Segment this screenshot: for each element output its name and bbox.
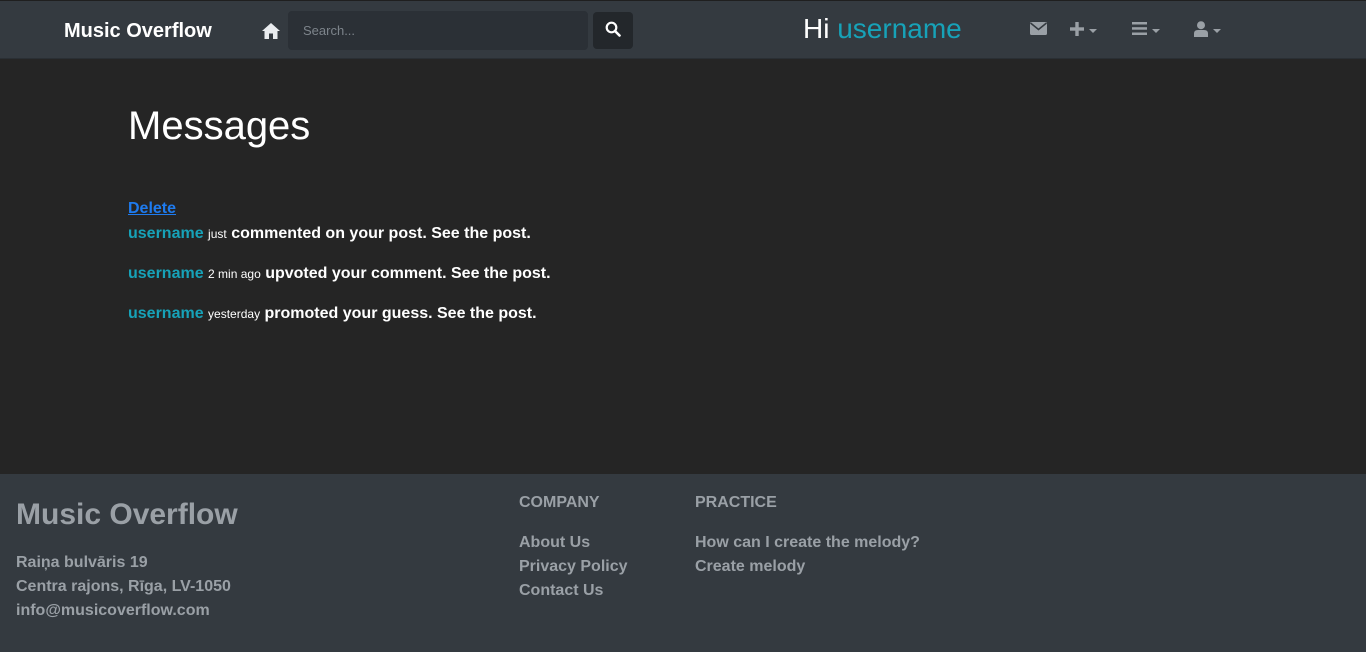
chevron-down-icon xyxy=(1152,29,1160,33)
page-title: Messages xyxy=(128,104,311,148)
footer-practice-heading: PRACTICE xyxy=(695,494,777,511)
message-username[interactable]: username xyxy=(128,305,204,322)
footer-address-line1: Raiņa bulvāris 19 xyxy=(16,554,148,571)
message-item: username yesterday promoted your guess. … xyxy=(128,305,537,323)
menu-dropdown[interactable] xyxy=(1132,21,1160,41)
navbar: Music Overflow Hi username xyxy=(0,0,1366,59)
footer-link-create-melody[interactable]: Create melody xyxy=(695,558,805,576)
message-item: username 2 min ago upvoted your comment.… xyxy=(128,265,551,283)
search-input[interactable] xyxy=(288,11,588,50)
delete-link[interactable]: Delete xyxy=(128,200,176,218)
footer-company-heading: COMPANY xyxy=(519,494,600,511)
message-text[interactable]: promoted your guess. See the post. xyxy=(265,305,537,322)
menu-icon xyxy=(1132,22,1147,40)
footer-link-create-melody-question[interactable]: How can I create the melody? xyxy=(695,534,920,552)
message-time: just xyxy=(208,227,227,241)
footer-link-privacy[interactable]: Privacy Policy xyxy=(519,558,628,576)
message-item: username just commented on your post. Se… xyxy=(128,225,531,243)
message-time: 2 min ago xyxy=(208,267,261,281)
search-icon xyxy=(605,21,621,40)
footer-brand: Music Overflow xyxy=(16,498,238,531)
greeting-username[interactable]: username xyxy=(837,13,962,44)
brand-link[interactable]: Music Overflow xyxy=(64,20,212,43)
messages-button[interactable] xyxy=(1029,21,1048,41)
search-button[interactable] xyxy=(593,12,633,49)
home-icon[interactable] xyxy=(261,22,281,40)
chevron-down-icon xyxy=(1213,29,1221,33)
message-text[interactable]: commented on your post. See the post. xyxy=(231,225,531,242)
create-dropdown[interactable] xyxy=(1070,21,1097,41)
envelope-icon xyxy=(1029,22,1048,40)
chevron-down-icon xyxy=(1089,29,1097,33)
user-icon xyxy=(1194,20,1208,42)
footer: Music Overflow Raiņa bulvāris 19 Centra … xyxy=(0,474,1366,652)
message-time: yesterday xyxy=(208,307,261,321)
greeting-prefix: Hi xyxy=(803,13,830,44)
message-text[interactable]: upvoted your comment. See the post. xyxy=(265,265,550,282)
message-username[interactable]: username xyxy=(128,225,204,242)
footer-email[interactable]: info@musicoverflow.com xyxy=(16,602,210,620)
plus-icon xyxy=(1070,21,1084,41)
footer-link-about[interactable]: About Us xyxy=(519,534,590,552)
greeting: Hi username xyxy=(803,13,962,45)
footer-link-contact[interactable]: Contact Us xyxy=(519,582,603,600)
user-dropdown[interactable] xyxy=(1194,20,1221,42)
message-username[interactable]: username xyxy=(128,265,204,282)
footer-address-line2: Centra rajons, Rīga, LV-1050 xyxy=(16,578,231,595)
